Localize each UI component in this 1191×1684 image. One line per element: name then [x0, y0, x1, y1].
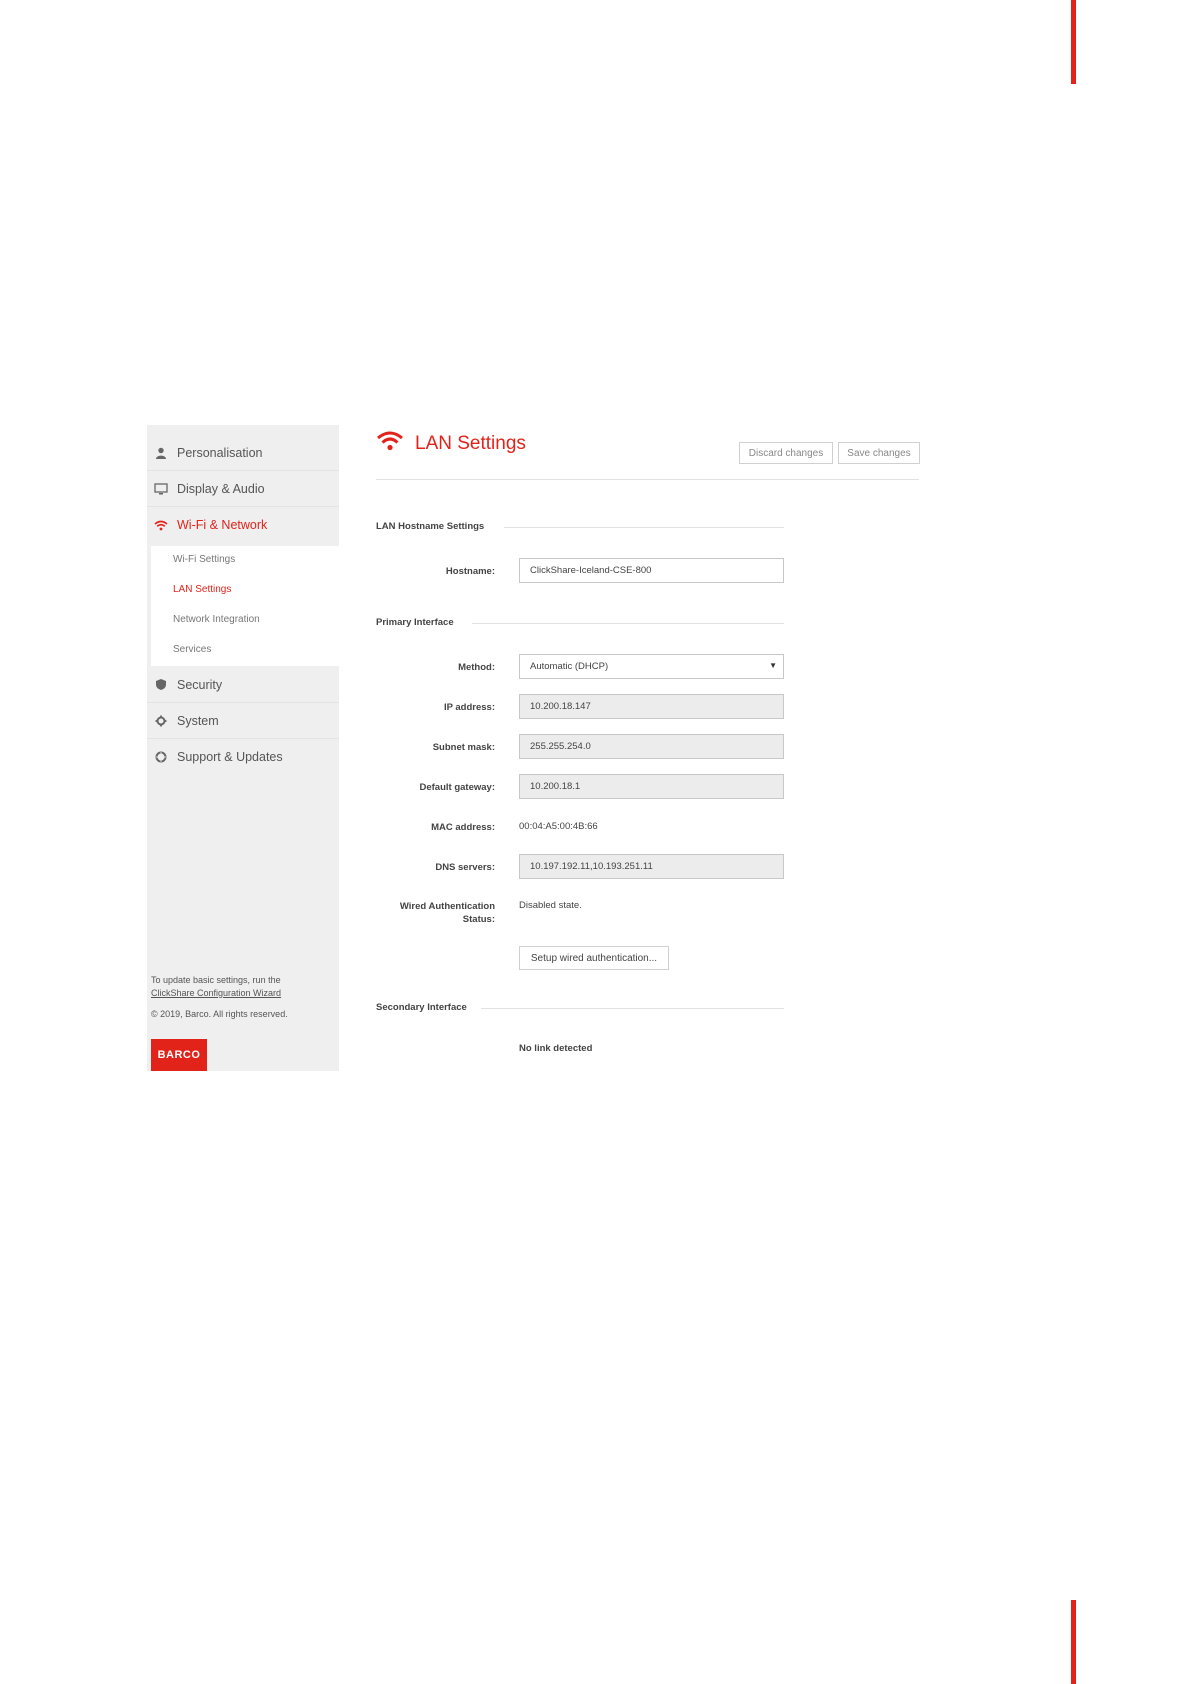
sidebar-item-label: Personalisation: [177, 445, 263, 460]
sidebar-item-label: Security: [177, 677, 223, 692]
sidebar-item-label: Support & Updates: [177, 750, 283, 764]
wired-auth-label-line2: Status:: [462, 914, 495, 925]
method-label: Method:: [458, 662, 495, 673]
wifi-icon: [153, 520, 169, 531]
page-accent-bar-top: [1071, 0, 1076, 84]
barco-logo: BARCO: [151, 1039, 207, 1071]
default-gateway-label: Default gateway:: [419, 782, 496, 793]
section-divider: [504, 527, 784, 528]
setup-wired-auth-button[interactable]: Setup wired authentication...: [519, 946, 669, 970]
mac-address-label: MAC address:: [431, 822, 495, 833]
clickshare-lan-settings-screenshot: Personalisation Display & Audio Wi-Fi & …: [147, 425, 920, 1071]
sidebar-item-label: System: [177, 713, 219, 728]
hostname-label: Hostname:: [445, 566, 495, 577]
ip-address-value: 10.200.18.147: [530, 701, 591, 712]
shield-icon: [153, 678, 169, 691]
subnet-mask-label: Subnet mask:: [432, 742, 495, 753]
sidebar-subitem-services[interactable]: Services: [173, 644, 211, 655]
default-gateway-value: 10.200.18.1: [530, 781, 581, 792]
wired-auth-label: Wired Authentication Status:: [355, 900, 495, 926]
hostname-value: ClickShare-Iceland-CSE-800: [530, 565, 652, 576]
sidebar-item-wifi-network[interactable]: Wi-Fi & Network: [147, 507, 339, 543]
dropdown-arrow-icon: ▼: [769, 661, 777, 670]
section-heading-hostname: LAN Hostname Settings: [376, 521, 485, 532]
discard-changes-button[interactable]: Discard changes: [739, 442, 833, 464]
subnet-mask-value: 255.255.254.0: [530, 741, 591, 752]
ip-address-field: 10.200.18.147: [519, 694, 784, 719]
wired-auth-status: Disabled state.: [519, 900, 582, 911]
configuration-wizard-link[interactable]: ClickShare Configuration Wizard: [151, 988, 281, 998]
method-select[interactable]: Automatic (DHCP) ▼: [519, 654, 784, 679]
sidebar-item-personalisation[interactable]: Personalisation: [147, 435, 339, 471]
dns-servers-value: 10.197.192.11,10.193.251.11: [530, 861, 653, 872]
footer-hint: To update basic settings, run the: [151, 975, 281, 985]
sidebar-item-security[interactable]: Security: [147, 667, 339, 703]
sidebar-subitem-lan-settings[interactable]: LAN Settings: [173, 584, 231, 595]
method-value: Automatic (DHCP): [530, 661, 609, 672]
gear-icon: [153, 715, 169, 727]
default-gateway-field: 10.200.18.1: [519, 774, 784, 799]
section-heading-primary-interface: Primary Interface: [376, 617, 454, 628]
page-accent-bar-bottom: [1071, 1600, 1076, 1684]
sidebar: Personalisation Display & Audio Wi-Fi & …: [147, 425, 339, 1071]
wifi-network-submenu: Wi-Fi Settings LAN Settings Network Inte…: [151, 546, 339, 666]
sidebar-item-label: Wi-Fi & Network: [177, 518, 268, 532]
person-icon: [153, 447, 169, 459]
sidebar-item-display-audio[interactable]: Display & Audio: [147, 471, 339, 507]
barco-logo-text: BARCO: [157, 1049, 201, 1061]
hostname-input[interactable]: ClickShare-Iceland-CSE-800: [519, 558, 784, 583]
section-divider: [481, 1008, 784, 1009]
mac-address-value: 00:04:A5:00:4B:66: [519, 821, 598, 832]
page-title: LAN Settings: [415, 433, 526, 454]
sidebar-item-label: Display & Audio: [177, 481, 265, 496]
dns-servers-field: 10.197.192.11,10.193.251.11: [519, 854, 784, 879]
ip-address-label: IP address:: [443, 702, 495, 713]
sidebar-subitem-network-integration[interactable]: Network Integration: [173, 614, 260, 625]
section-heading-secondary-interface: Secondary Interface: [376, 1002, 467, 1013]
sidebar-item-system[interactable]: System: [147, 703, 339, 739]
save-changes-button[interactable]: Save changes: [838, 442, 920, 464]
wifi-icon: [376, 430, 404, 457]
dns-servers-label: DNS servers:: [435, 862, 495, 873]
header-divider: [376, 479, 919, 480]
lifebuoy-icon: [153, 751, 169, 763]
sidebar-subitem-wifi-settings[interactable]: Wi-Fi Settings: [173, 554, 235, 565]
monitor-icon: [153, 482, 169, 495]
wired-auth-label-line1: Wired Authentication: [399, 901, 495, 912]
subnet-mask-field: 255.255.254.0: [519, 734, 784, 759]
secondary-link-status: No link detected: [519, 1043, 593, 1054]
sidebar-item-support-updates[interactable]: Support & Updates: [147, 739, 339, 775]
section-divider: [472, 623, 784, 624]
copyright: © 2019, Barco. All rights reserved.: [151, 1009, 288, 1019]
